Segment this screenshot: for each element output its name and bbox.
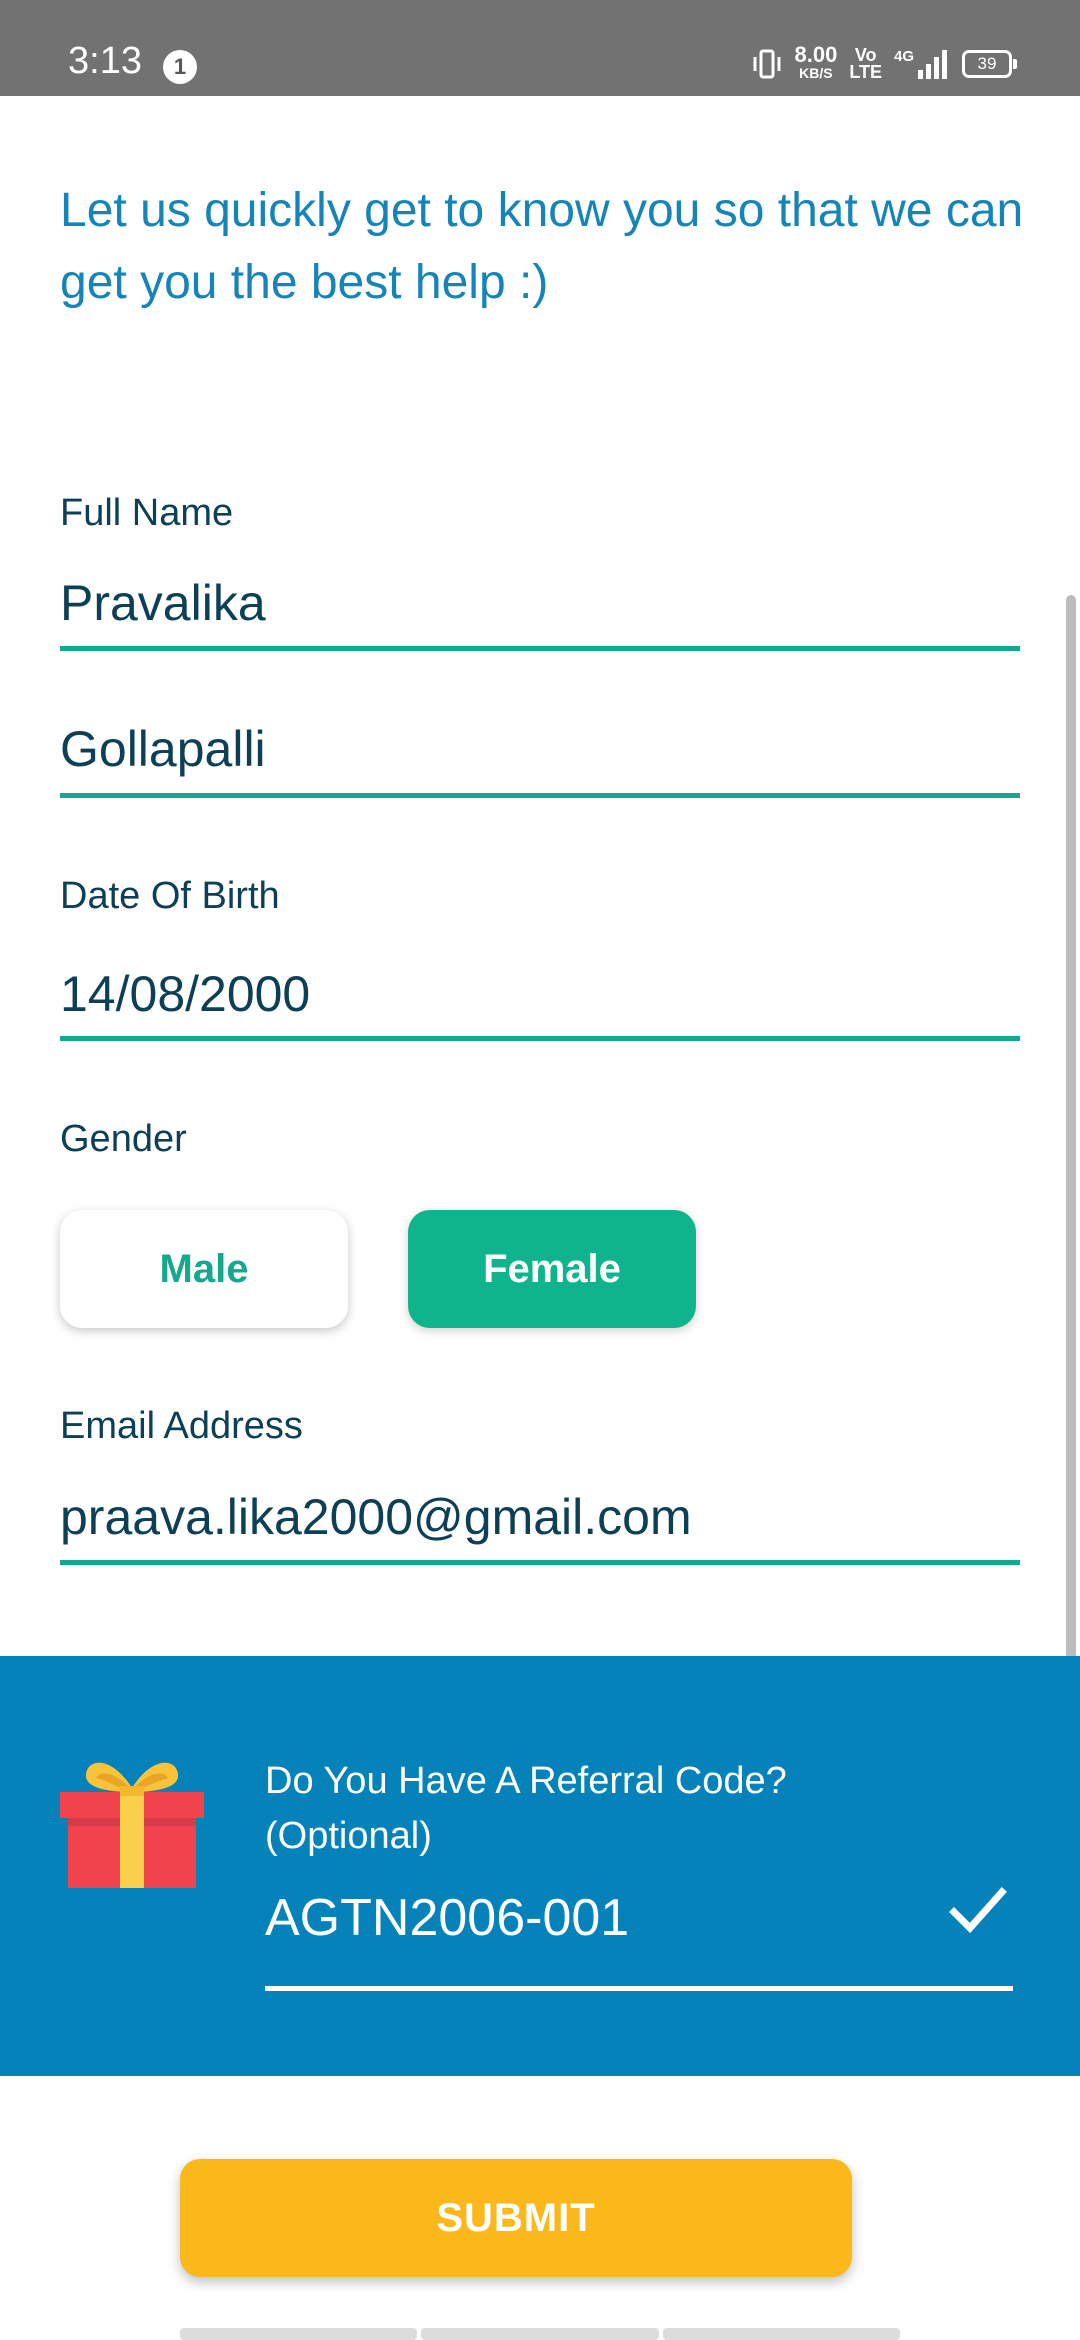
gender-male-button[interactable]: Male <box>60 1210 348 1328</box>
vibrate-icon <box>753 49 781 79</box>
referral-underline <box>265 1986 1013 1991</box>
bottom-nav-segment <box>662 2328 900 2340</box>
full-name-label: Full Name <box>60 492 234 534</box>
email-underline <box>60 1560 1020 1565</box>
intro-text: Let us quickly get to know you so that w… <box>60 184 1024 309</box>
volte-indicator: Vo LTE <box>849 46 882 82</box>
check-icon[interactable] <box>946 1878 1010 1942</box>
battery-icon: 39 <box>962 50 1017 78</box>
status-time: 3:13 <box>68 40 142 82</box>
last-name-input[interactable]: Gollapalli <box>60 724 266 774</box>
gift-icon <box>60 1762 204 1888</box>
bottom-nav-segment <box>421 2328 659 2340</box>
status-icons: 8.00 KB/S Vo LTE 4G 39 <box>752 44 1017 84</box>
net-speed-unit: KB/S <box>799 65 833 81</box>
notification-badge: 1 <box>163 50 197 84</box>
dob-input[interactable]: 14/08/2000 <box>60 969 310 1019</box>
volte-bottom: LTE <box>849 62 882 82</box>
last-name-underline <box>60 793 1020 798</box>
dob-underline <box>60 1036 1020 1041</box>
bottom-nav-indicator <box>180 2328 900 2340</box>
battery-level: 39 <box>977 54 997 73</box>
referral-question-line2: (Optional) <box>265 1815 432 1857</box>
email-label: Email Address <box>60 1405 303 1447</box>
signal-icon <box>918 50 947 79</box>
referral-question-line1: Do You Have A Referral Code? <box>265 1760 787 1802</box>
gender-female-button[interactable]: Female <box>408 1210 696 1328</box>
first-name-underline <box>60 646 1020 651</box>
submit-button[interactable]: SUBMIT <box>180 2159 852 2277</box>
first-name-input[interactable]: Pravalika <box>60 578 266 628</box>
status-bar: 3:13 1 8.00 KB/S Vo LTE 4G 39 <box>0 0 1080 96</box>
net-speed: 8.00 KB/S <box>794 44 837 82</box>
email-input[interactable]: praava.lika2000@gmail.com <box>60 1492 692 1542</box>
referral-code-input[interactable]: AGTN2006-001 <box>265 1892 629 1944</box>
bottom-nav-segment <box>180 2328 418 2340</box>
signal-indicator: 4G <box>894 48 950 80</box>
referral-section: Do You Have A Referral Code? (Optional) … <box>0 1656 1080 2076</box>
referral-question: Do You Have A Referral Code? (Optional) <box>265 1754 1045 1864</box>
card-bottom <box>0 2076 1080 2128</box>
gender-label: Gender <box>60 1118 187 1160</box>
dob-label: Date Of Birth <box>60 875 280 917</box>
network-type: 4G <box>893 48 914 65</box>
